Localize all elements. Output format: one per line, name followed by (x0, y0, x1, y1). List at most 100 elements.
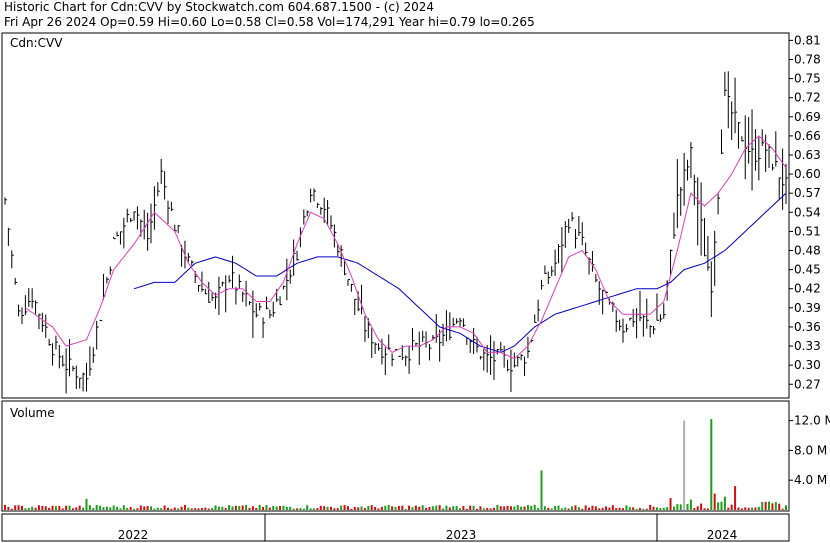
volume-bar (275, 506, 278, 510)
volume-bar (353, 506, 356, 510)
volume-bar (472, 505, 475, 510)
volume-bar (187, 507, 190, 510)
volume-bar (299, 508, 302, 510)
volume-bar (92, 508, 95, 510)
price-y-tick-label: 0.51 (794, 224, 821, 238)
volume-bar (706, 508, 709, 510)
volume-bar (374, 506, 377, 510)
volume-bar (581, 508, 584, 510)
volume-bar (482, 508, 485, 510)
volume-bar (194, 508, 197, 510)
volume-bar (136, 508, 139, 510)
volume-bar (723, 496, 726, 510)
volume-bar (496, 504, 499, 510)
volume-bar (669, 498, 672, 510)
volume-bar (462, 505, 465, 510)
volume-bar (10, 508, 13, 510)
volume-bar (751, 507, 754, 510)
price-y-tick-label: 0.75 (794, 72, 821, 86)
volume-bar (306, 505, 309, 510)
price-y-tick-label: 0.36 (794, 320, 821, 334)
volume-bar (710, 419, 713, 510)
volume-bar (326, 506, 329, 510)
volume-bar (329, 506, 332, 510)
volume-bar (421, 505, 424, 510)
volume-bar (346, 506, 349, 510)
price-y-tick-label: 0.27 (794, 377, 821, 391)
volume-bar (737, 507, 740, 510)
volume-bar (14, 505, 17, 510)
volume-y-tick-label: 8.0 M (794, 443, 827, 457)
volume-bar (438, 505, 441, 510)
volume-bar (768, 501, 771, 510)
volume-bar (520, 506, 523, 510)
volume-bar (224, 508, 227, 510)
volume-bar (340, 505, 343, 510)
volume-bar (533, 504, 536, 510)
volume-bar (492, 507, 495, 510)
volume-bar (397, 505, 400, 510)
volume-bar (513, 506, 516, 510)
volume-bar (58, 505, 61, 510)
volume-bar (285, 506, 288, 510)
volume-bar (557, 505, 560, 510)
volume-bar (133, 508, 136, 510)
volume-bar (71, 508, 74, 510)
volume-bar (418, 506, 421, 510)
price-bars (4, 71, 788, 394)
volume-bar (696, 506, 699, 510)
volume-bar (611, 505, 614, 510)
volume-bar (258, 504, 261, 510)
volume-bar (309, 508, 312, 510)
volume-bar (543, 506, 546, 510)
volume-bar (146, 505, 149, 510)
price-y-tick-label: 0.48 (794, 244, 821, 258)
volume-bar (255, 507, 258, 510)
volume-bar (649, 504, 652, 510)
volume-bar (550, 508, 553, 510)
volume-bar (455, 505, 458, 510)
volume-y-tick-label: 4.0 M (794, 473, 827, 487)
volume-bar (350, 508, 353, 510)
volume-bar (666, 507, 669, 510)
volume-bar (173, 507, 176, 510)
volume-bar (540, 470, 543, 510)
volume-bar (693, 508, 696, 510)
volume-bar (65, 505, 68, 510)
volume-bar (143, 506, 146, 510)
volume-bar (679, 504, 682, 510)
volume-bar (377, 508, 380, 510)
moving-average-short (25, 135, 787, 360)
volume-bar (516, 505, 519, 510)
x-label-2024: 2024 (707, 528, 738, 542)
volume-bar (265, 504, 268, 510)
price-y-tick-label: 0.78 (794, 52, 821, 66)
volume-bar (170, 508, 173, 510)
price-panel-label: Cdn:CVV (10, 36, 63, 50)
volume-bar (781, 508, 784, 510)
volume-bar (754, 507, 757, 510)
volume-bar (615, 508, 618, 510)
volume-bar (150, 506, 153, 510)
price-y-tick-label: 0.33 (794, 339, 821, 353)
volume-bar (24, 508, 27, 510)
volume-bar (238, 505, 241, 510)
volume-bar (577, 507, 580, 510)
volume-bar (764, 501, 767, 510)
volume-bar (37, 505, 40, 510)
volume-bar (302, 508, 305, 510)
volume-bar (445, 505, 448, 510)
moving-average-long (133, 192, 787, 353)
volume-bar (469, 505, 472, 510)
volume-bar (608, 507, 611, 510)
volume-bar (523, 506, 526, 510)
stock-chart: Cdn:CVV Volume 2022 2023 2024 0.270.300.… (1, 32, 830, 542)
volume-bar (292, 508, 295, 510)
volume-bar (156, 507, 159, 510)
volume-bar (279, 506, 282, 510)
volume-bar (360, 506, 363, 510)
volume-bar (594, 506, 597, 510)
volume-bar (180, 506, 183, 510)
volume-bar (757, 506, 760, 510)
volume-bar (34, 507, 37, 510)
